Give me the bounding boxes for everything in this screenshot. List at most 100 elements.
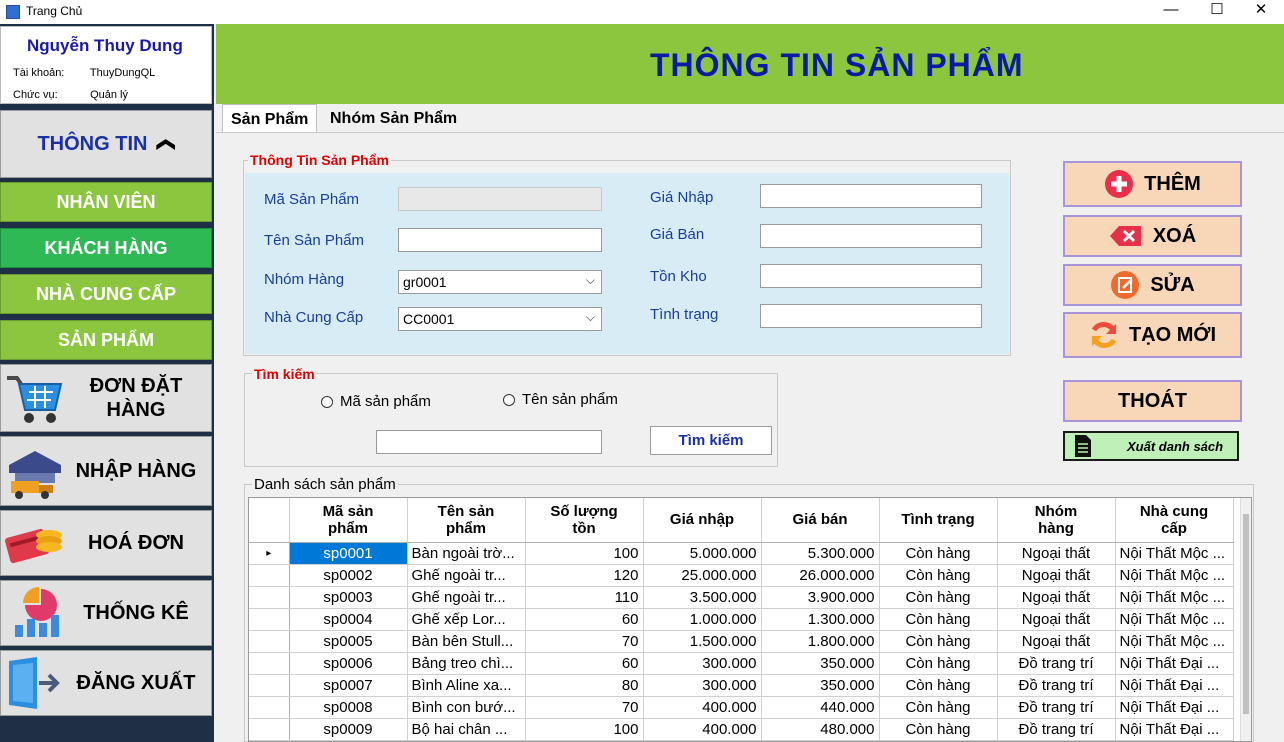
table-cell[interactable]: Bảng treo chì... [407, 652, 526, 675]
column-header-nhom-hang[interactable]: Nhóm hàng [997, 498, 1116, 543]
table-cell[interactable]: 26.000.000 [761, 564, 880, 587]
table-cell[interactable]: Ngoại thất [997, 608, 1116, 631]
table-cell[interactable]: 5.300.000 [761, 542, 880, 565]
table-cell[interactable]: 1.300.000 [761, 608, 880, 631]
table-cell[interactable]: Nội Thất Đại ... [1115, 718, 1234, 741]
table-cell[interactable]: Đồ trang trí [997, 718, 1116, 741]
table-cell[interactable]: Đồ trang trí [997, 674, 1116, 697]
table-cell[interactable]: 70 [525, 696, 644, 719]
tab-nhom-san-pham[interactable]: Nhóm Sản Phẩm [322, 104, 465, 132]
table-row[interactable]: sp0007 Bình Aline xa... 80 300.000 350.000 Cò… [249, 674, 1234, 697]
tab-san-pham[interactable]: Sản Phẩm [222, 104, 318, 132]
table-cell[interactable]: Còn hàng [879, 564, 998, 587]
table-cell[interactable]: Ngoại thất [997, 630, 1116, 653]
table-cell[interactable]: sp0008 [289, 696, 408, 719]
table-cell[interactable]: 80 [525, 674, 644, 697]
table-cell[interactable]: Nội Thất Mộc ... [1115, 586, 1234, 609]
table-row[interactable]: sp0005 Bàn bên Stull... 70 1.500.000 1.800.0… [249, 630, 1234, 653]
row-header[interactable] [249, 696, 290, 719]
table-row[interactable]: sp0008 Bình con bướ... 70 400.000 440.000 Còn… [249, 696, 1234, 719]
close-button[interactable]: ✕ [1238, 0, 1284, 22]
row-header[interactable] [249, 608, 290, 631]
table-cell[interactable]: Ngoại thất [997, 564, 1116, 587]
product-group-select[interactable]: gr0001 ⌵ [398, 270, 602, 294]
import-price-field[interactable] [760, 184, 982, 208]
radio-search-by-code[interactable]: Mã sản phẩm [321, 393, 431, 410]
table-cell[interactable]: Ngoại thất [997, 542, 1116, 565]
table-cell[interactable]: Ghế xếp Lor... [407, 608, 526, 631]
product-code-field[interactable] [398, 187, 602, 211]
table-cell[interactable]: Bàn bên Stull... [407, 630, 526, 653]
sidebar-item-nha-cung-cap[interactable]: NHÀ CUNG CẤP [0, 274, 212, 314]
table-cell[interactable]: Đồ trang trí [997, 652, 1116, 675]
column-header-ten-san-pham[interactable]: Tên sản phẩm [407, 498, 526, 543]
sidebar-item-thong-ke[interactable]: THỐNG KÊ [0, 580, 212, 646]
sidebar-item-hoa-don[interactable]: HOÁ ĐƠN [0, 510, 212, 576]
export-list-button[interactable]: Xuất danh sách [1063, 431, 1239, 461]
table-row[interactable]: sp0003 Ghế ngoài tr... 110 3.500.000 3.900.0… [249, 586, 1234, 609]
table-cell[interactable]: 300.000 [643, 652, 762, 675]
sidebar-item-nhap-hang[interactable]: NHẬP HÀNG [0, 436, 212, 506]
table-cell[interactable]: 1.500.000 [643, 630, 762, 653]
column-header-tinh-trang[interactable]: Tình trạng [879, 498, 998, 543]
table-cell[interactable]: 480.000 [761, 718, 880, 741]
search-button[interactable]: Tìm kiếm [650, 426, 772, 455]
table-cell[interactable]: sp0002 [289, 564, 408, 587]
minimize-button[interactable]: — [1148, 0, 1194, 22]
table-cell[interactable]: 400.000 [643, 718, 762, 741]
table-cell[interactable]: 60 [525, 608, 644, 631]
table-cell[interactable]: Bộ hai chân ... [407, 718, 526, 741]
table-cell[interactable]: 300.000 [643, 674, 762, 697]
table-row[interactable]: sp0006 Bảng treo chì... 60 300.000 350.000 Cò… [249, 652, 1234, 675]
current-row-arrow-icon[interactable]: ▸ [249, 542, 290, 565]
exit-button[interactable]: THOÁT [1063, 380, 1242, 422]
table-cell[interactable]: 440.000 [761, 696, 880, 719]
sidebar-item-khach-hang[interactable]: KHÁCH HÀNG [0, 228, 212, 268]
table-cell[interactable]: Nội Thất Đại ... [1115, 652, 1234, 675]
sidebar-info-toggle[interactable]: THÔNG TIN ❮ [0, 110, 212, 178]
table-cell[interactable]: Bình con bướ... [407, 696, 526, 719]
product-name-field[interactable] [398, 228, 602, 252]
row-header[interactable] [249, 586, 290, 609]
sidebar-item-dang-xuat[interactable]: ĐĂNG XUẤT [0, 650, 212, 716]
add-button[interactable]: THÊM [1063, 161, 1242, 207]
new-button[interactable]: TẠO MỚI [1063, 312, 1242, 358]
table-cell[interactable]: Bàn ngoài trờ... [407, 542, 526, 565]
table-cell[interactable]: Nội Thất Đại ... [1115, 696, 1234, 719]
table-cell[interactable]: sp0007 [289, 674, 408, 697]
table-row[interactable]: sp0002 Ghế ngoài tr... 120 25.000.000 26.000… [249, 564, 1234, 587]
table-cell[interactable]: Ngoại thất [997, 586, 1116, 609]
stock-field[interactable] [760, 264, 982, 288]
table-cell[interactable]: sp0009 [289, 718, 408, 741]
table-cell[interactable]: Đồ trang trí [997, 696, 1116, 719]
table-cell[interactable]: Còn hàng [879, 652, 998, 675]
table-cell[interactable]: Còn hàng [879, 696, 998, 719]
row-header[interactable] [249, 652, 290, 675]
scrollbar-thumb[interactable] [1243, 514, 1249, 714]
table-cell[interactable]: sp0004 [289, 608, 408, 631]
table-cell[interactable]: 1.800.000 [761, 630, 880, 653]
search-input[interactable] [376, 430, 602, 454]
sidebar-item-nhan-vien[interactable]: NHÂN VIÊN [0, 182, 212, 222]
table-cell[interactable]: 60 [525, 652, 644, 675]
row-header[interactable] [249, 564, 290, 587]
table-cell[interactable]: 3.900.000 [761, 586, 880, 609]
sale-price-field[interactable] [760, 224, 982, 248]
table-cell[interactable]: 100 [525, 718, 644, 741]
row-header[interactable] [249, 718, 290, 741]
table-row[interactable]: sp0004 Ghế xếp Lor... 60 1.000.000 1.300.000… [249, 608, 1234, 631]
table-cell[interactable]: Nội Thất Mộc ... [1115, 542, 1234, 565]
table-cell[interactable]: Nội Thất Mộc ... [1115, 564, 1234, 587]
table-cell[interactable]: Bình Aline xa... [407, 674, 526, 697]
column-header-ma-san-pham[interactable]: Mã sản phẩm [289, 498, 408, 543]
product-table[interactable]: Mã sản phẩm Tên sản phẩm Số lượng tồn Giá n… [248, 497, 1252, 742]
table-cell[interactable]: sp0006 [289, 652, 408, 675]
table-cell[interactable]: 25.000.000 [643, 564, 762, 587]
table-cell[interactable]: 70 [525, 630, 644, 653]
delete-button[interactable]: XOÁ [1063, 215, 1242, 257]
table-cell[interactable]: Còn hàng [879, 674, 998, 697]
table-row[interactable]: ▸ sp0001 Bàn ngoài trờ... 100 5.000.000 5.300… [249, 542, 1234, 565]
sidebar-item-san-pham[interactable]: SẢN PHẨM [0, 320, 212, 360]
table-cell[interactable]: Nội Thất Đại ... [1115, 674, 1234, 697]
table-cell[interactable]: Còn hàng [879, 630, 998, 653]
